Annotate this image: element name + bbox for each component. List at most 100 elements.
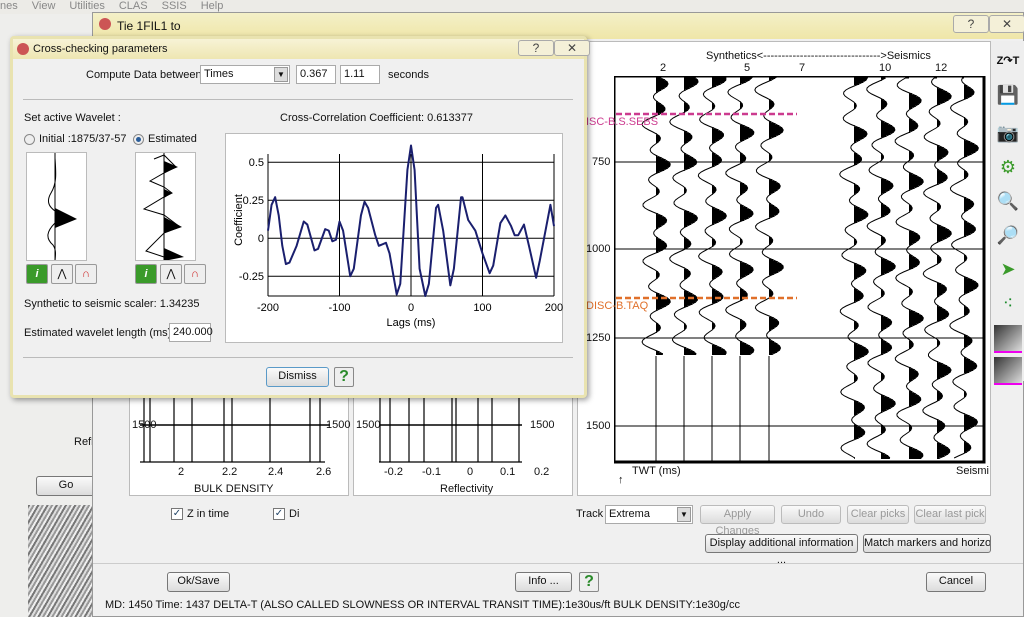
start-time-input[interactable]: 0.367 <box>296 65 336 84</box>
scaler-label: Synthetic to seismic scaler: 1.34235 <box>24 298 200 310</box>
window-help-button[interactable]: ? <box>953 15 989 33</box>
checkbox-checked-icon[interactable]: ✓ <box>273 508 285 521</box>
zoom-out-icon[interactable]: 🔎 <box>994 221 1022 249</box>
track-label: Track <box>576 508 604 520</box>
x-tick-label: 0 <box>408 302 414 314</box>
depth-label: 1500 <box>326 419 351 431</box>
wavelet-length-input[interactable]: 240.000 <box>169 323 213 342</box>
depth-tick: 1500 <box>586 420 611 432</box>
estimated-wavelet-radio[interactable]: Estimated <box>133 133 197 145</box>
x-tick-label: 100 <box>473 302 491 314</box>
dialog-help-icon-button[interactable]: ? <box>334 367 354 387</box>
z-t-conversion-icon[interactable]: Z↷T <box>994 47 1022 75</box>
density-log-plot <box>140 394 330 463</box>
tick-label: 2.2 <box>222 466 238 478</box>
trace-label: 5 <box>744 62 751 74</box>
cross-checking-dialog: Cross-checking parameters ? ✕ Compute Da… <box>10 36 590 398</box>
tick-label: 2 <box>178 466 185 478</box>
cancel-button[interactable]: Cancel <box>926 572 986 592</box>
checkbox-checked-icon[interactable]: ✓ <box>171 508 183 521</box>
wavelet-spectrum-icon[interactable]: ⋀ <box>51 264 73 284</box>
initial-wavelet-radio[interactable]: Initial :1875/37-57 <box>24 133 126 145</box>
divider <box>93 563 1023 564</box>
app-icon <box>99 18 111 30</box>
di-checkbox[interactable]: ✓ Di <box>273 508 300 521</box>
pointer-icon[interactable]: ➤ <box>994 255 1022 283</box>
refl-label: Refl <box>74 436 94 448</box>
app-icon <box>17 43 29 55</box>
help-button[interactable]: ? <box>579 572 599 592</box>
menu-item[interactable]: Utilities <box>69 0 104 12</box>
points-icon[interactable]: ⁖ <box>994 289 1022 317</box>
seismic-trace <box>922 77 952 459</box>
tick-label: 0 <box>467 466 474 478</box>
checkbox-label: Z in time <box>187 508 230 520</box>
axis-label: BULK DENSITY <box>194 483 274 495</box>
match-markers-button[interactable]: Match markers and horizon <box>863 534 991 553</box>
synthetic-trace-fill <box>769 77 784 355</box>
wavelet-info-icon[interactable]: i <box>26 264 48 284</box>
divider <box>23 357 573 358</box>
save-icon[interactable]: 💾 <box>994 81 1022 109</box>
arrow-up-icon: ↑ <box>618 474 624 486</box>
wavelet-filter-icon[interactable]: ∩ <box>75 264 97 284</box>
settings-gear-icon[interactable]: ⚙ <box>994 153 1022 181</box>
y-axis-label: TWT (ms) <box>632 465 681 477</box>
track-select[interactable]: Extrema ▼ <box>605 505 693 524</box>
radio-label: Estimated <box>148 133 197 145</box>
seismic-trace-fill <box>937 87 952 459</box>
z-in-time-checkbox[interactable]: ✓ Z in time <box>171 508 230 521</box>
chevron-down-icon[interactable]: ▼ <box>677 507 691 522</box>
menu-item[interactable]: CLAS <box>119 0 148 12</box>
seismic-traces-plot[interactable] <box>614 76 992 466</box>
dismiss-button[interactable]: Dismiss <box>266 367 329 387</box>
undo-button[interactable]: Undo <box>781 505 841 524</box>
horizon-icon[interactable] <box>994 357 1022 385</box>
depth-label: 1500 <box>530 419 555 431</box>
menu-item[interactable]: SSIS <box>162 0 187 12</box>
initial-wavelet-plot <box>26 152 87 261</box>
y-tick-label: -0.25 <box>239 271 264 283</box>
x-tick-label: -100 <box>328 302 350 314</box>
track-select-value: Extrema <box>609 508 650 520</box>
tick-label: 2.4 <box>268 466 284 478</box>
window-close-button[interactable]: ✕ <box>989 15 1024 33</box>
compute-mode-value: Times <box>204 68 234 80</box>
dialog-titlebar: Cross-checking parameters ? ✕ <box>13 39 590 59</box>
apply-changes-button[interactable]: Apply Changes <box>700 505 775 537</box>
camera-icon[interactable]: 📷 <box>994 119 1022 147</box>
reflectivity-log-plot <box>379 394 522 463</box>
dialog-title: Cross-checking parameters <box>33 43 168 55</box>
radio-label: Initial :1875/37-57 <box>39 133 127 145</box>
tick-label: 0.1 <box>500 466 516 478</box>
tick-label: 2.6 <box>316 466 332 478</box>
wavelet-length-label: Estimated wavelet length (ms) <box>24 327 172 339</box>
marker-label-sebs: DISC-B.S.SEBS <box>578 116 659 128</box>
end-time-input[interactable]: 1.11 <box>340 65 380 84</box>
checkbox-label: Di <box>289 508 300 520</box>
dialog-help-button[interactable]: ? <box>518 40 554 56</box>
clear-last-pick-button[interactable]: Clear last pick <box>914 505 986 524</box>
trace-label: 12 <box>935 62 948 74</box>
go-button[interactable]: Go <box>36 476 96 496</box>
depth-tick: 750 <box>592 156 611 168</box>
depth-tick: 1250 <box>586 332 611 344</box>
radio-icon[interactable] <box>24 133 35 145</box>
ok-save-button[interactable]: Ok/Save <box>167 572 230 592</box>
zoom-in-icon[interactable]: 🔍 <box>994 187 1022 215</box>
wavelet-info-icon[interactable]: i <box>135 264 157 284</box>
wavelet-spectrum-icon[interactable]: ⋀ <box>160 264 182 284</box>
synthetic-trace-fill <box>656 77 671 355</box>
dialog-close-button[interactable]: ✕ <box>554 40 590 56</box>
info-button[interactable]: Info ... <box>515 572 572 592</box>
menu-item[interactable]: nes <box>0 0 18 12</box>
menu-item[interactable]: Help <box>201 0 224 12</box>
display-additional-info-button[interactable]: Display additional information ... <box>705 534 858 566</box>
menu-item[interactable]: View <box>32 0 56 12</box>
wavelet-filter-icon[interactable]: ∩ <box>184 264 206 284</box>
compute-mode-select[interactable]: Times ▼ <box>200 65 290 84</box>
pick-horizon-icon[interactable] <box>994 325 1022 353</box>
clear-picks-button[interactable]: Clear picks <box>847 505 909 524</box>
chevron-down-icon[interactable]: ▼ <box>274 67 288 82</box>
radio-selected-icon[interactable] <box>133 133 144 145</box>
